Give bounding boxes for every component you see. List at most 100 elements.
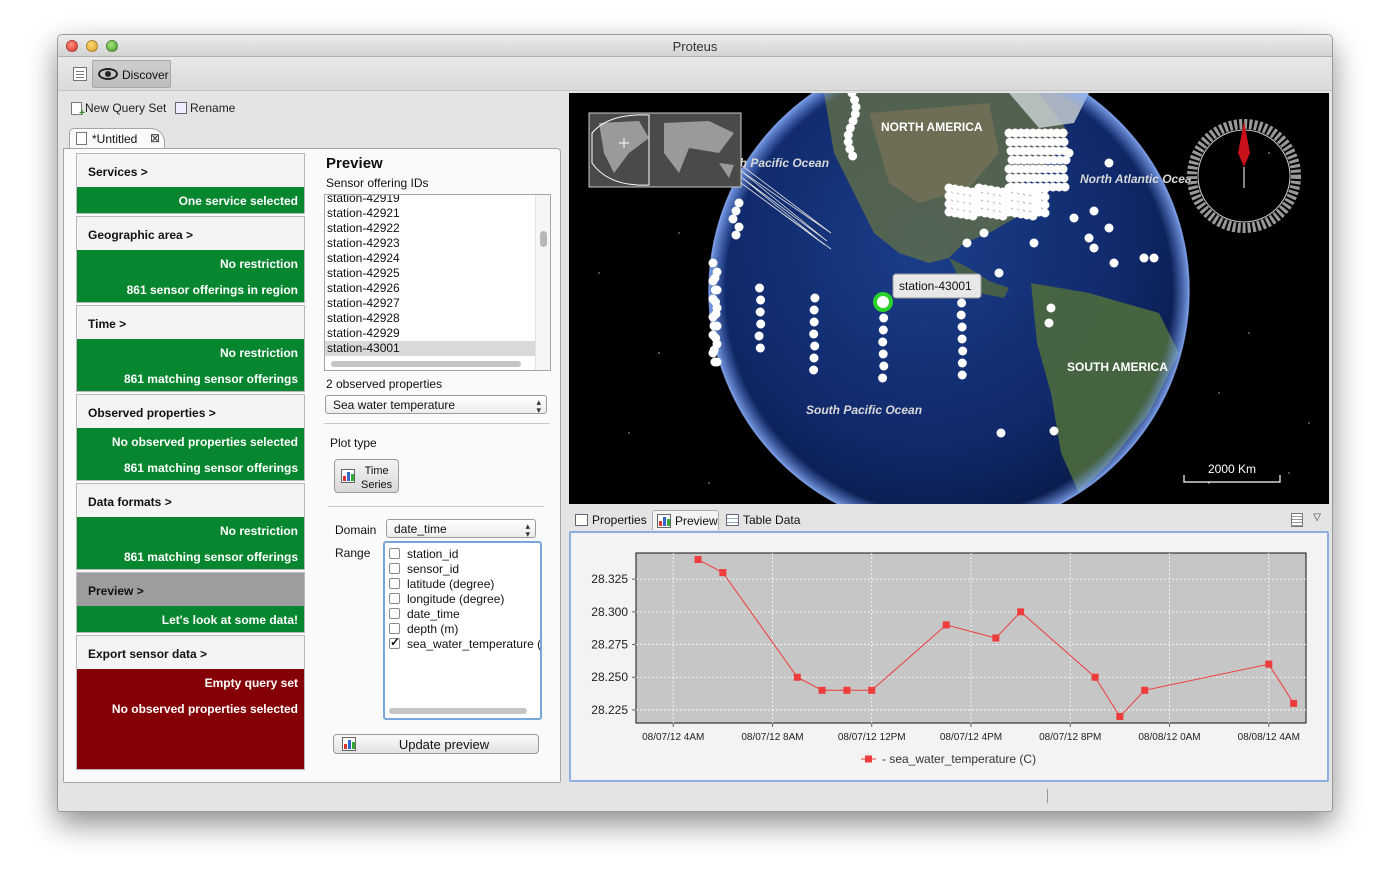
discover-perspective-button[interactable]: Discover	[92, 60, 171, 88]
step-observed-properties[interactable]: Observed properties > No observed propert…	[76, 394, 305, 481]
update-preview-button[interactable]: Update preview	[333, 734, 539, 754]
sensor-marker[interactable]	[958, 335, 967, 344]
sensor-marker[interactable]	[879, 314, 888, 323]
globe-map-canvas[interactable]: station-43001 NORTH AMERICA SOUTH AMERIC…	[569, 93, 1329, 504]
sensor-marker[interactable]	[878, 374, 887, 383]
sensor-marker[interactable]	[756, 296, 765, 305]
sensor-marker[interactable]	[1070, 214, 1079, 223]
range-checkbox[interactable]	[389, 608, 400, 619]
sensor-marker[interactable]	[713, 286, 722, 295]
step-title[interactable]: Preview >	[77, 573, 304, 606]
list-scroll-thumb[interactable]	[540, 231, 547, 247]
observed-property-select[interactable]: Sea water temperature ▴ ▾	[325, 395, 547, 414]
sensor-marker[interactable]	[810, 342, 819, 351]
sensor-marker[interactable]	[1045, 319, 1054, 328]
sensor-marker[interactable]	[878, 338, 887, 347]
sensor-marker[interactable]	[879, 350, 888, 359]
step-title[interactable]: Services >	[77, 154, 304, 187]
sensor-marker[interactable]	[958, 371, 967, 380]
tab-properties[interactable]: Properties	[570, 510, 652, 530]
sensor-marker[interactable]	[1030, 239, 1039, 248]
offering-list-item[interactable]: station-42919	[325, 194, 535, 206]
step-export-sensor-data[interactable]: Export sensor data > Empty query set No ob…	[76, 635, 305, 770]
tab-untitled[interactable]: *Untitled ⊠	[69, 128, 165, 149]
sensor-marker[interactable]	[810, 294, 819, 303]
sensor-marker[interactable]	[848, 152, 857, 161]
view-menu-chevron-icon[interactable]: ▽	[1313, 512, 1321, 523]
sensor-marker[interactable]	[755, 332, 764, 341]
sensor-marker[interactable]	[809, 366, 818, 375]
sensor-marker[interactable]	[958, 359, 967, 368]
offering-list-item[interactable]: station-42928	[325, 311, 535, 326]
range-option[interactable]: latitude (degree)	[389, 576, 494, 591]
range-checkbox[interactable]	[389, 638, 400, 649]
sensor-marker[interactable]	[709, 313, 718, 322]
range-option[interactable]: sea_water_temperature (C	[389, 636, 542, 651]
sensor-marker[interactable]	[729, 215, 738, 224]
view-options-icon[interactable]	[1291, 513, 1303, 527]
step-services[interactable]: Services > One service selected	[76, 153, 305, 214]
step-title[interactable]: Geographic area >	[77, 217, 304, 250]
range-option[interactable]: station_id	[389, 546, 458, 561]
tab-table-data[interactable]: Table Data	[721, 510, 811, 530]
sensor-marker[interactable]	[756, 320, 765, 329]
sensor-marker[interactable]	[1065, 149, 1074, 158]
sensor-marker[interactable]	[810, 306, 819, 315]
sensor-marker[interactable]	[1090, 244, 1099, 253]
step-title[interactable]: Observed properties >	[77, 395, 304, 428]
offering-list-item[interactable]: station-42921	[325, 206, 535, 221]
sensor-marker[interactable]	[755, 284, 764, 293]
sensor-marker[interactable]	[709, 277, 718, 286]
offering-list-item[interactable]: station-42926	[325, 281, 535, 296]
sensor-marker[interactable]	[1061, 183, 1070, 192]
selected-station-marker[interactable]	[875, 294, 891, 310]
sensor-marker[interactable]	[1050, 427, 1059, 436]
sensor-marker[interactable]	[1090, 207, 1099, 216]
sensor-marker[interactable]	[709, 331, 718, 340]
sensor-marker[interactable]	[980, 229, 989, 238]
sensor-marker[interactable]	[1150, 254, 1159, 263]
sensor-marker[interactable]	[1059, 129, 1068, 138]
sensor-marker[interactable]	[1060, 138, 1069, 147]
sensor-marker[interactable]	[709, 295, 718, 304]
sensor-marker[interactable]	[1110, 259, 1119, 268]
range-checkbox[interactable]	[389, 563, 400, 574]
sensor-marker[interactable]	[1059, 165, 1068, 174]
sensor-marker[interactable]	[756, 308, 765, 317]
sensor-marker[interactable]	[735, 199, 744, 208]
range-checkbox[interactable]	[389, 593, 400, 604]
offering-list-item[interactable]: station-42924	[325, 251, 535, 266]
sensor-marker[interactable]	[879, 326, 888, 335]
sensor-marker[interactable]	[958, 347, 967, 356]
range-checkbox[interactable]	[389, 578, 400, 589]
step-title[interactable]: Data formats >	[77, 484, 304, 517]
sensor-marker[interactable]	[1105, 224, 1114, 233]
time-series-button[interactable]: Time Series	[334, 459, 399, 493]
sensor-marker[interactable]	[879, 362, 888, 371]
tab-preview[interactable]: Preview	[652, 510, 719, 530]
sensor-marker[interactable]	[713, 322, 722, 331]
sensor-marker[interactable]	[713, 304, 722, 313]
sensor-marker[interactable]	[957, 299, 966, 308]
sensor-marker[interactable]	[756, 344, 765, 353]
sensor-marker[interactable]	[963, 239, 972, 248]
range-checklist[interactable]: station_id sensor_id latitude (degree) long…	[383, 541, 542, 720]
offering-list-item[interactable]: station-43001	[325, 341, 535, 356]
compass-icon[interactable]	[1192, 121, 1296, 228]
sensor-marker[interactable]	[810, 354, 819, 363]
globe-map[interactable]: station-43001 NORTH AMERICA SOUTH AMERIC…	[569, 93, 1329, 504]
sensor-offering-list[interactable]: station-42919 station-42921 station-42922 s…	[324, 194, 551, 371]
step-time[interactable]: Time > No restriction 861 matching sensor …	[76, 305, 305, 392]
sensor-marker[interactable]	[709, 349, 718, 358]
range-option[interactable]: sensor_id	[389, 561, 459, 576]
step-title[interactable]: Export sensor data >	[77, 636, 304, 669]
step-title[interactable]: Time >	[77, 306, 304, 339]
sensor-marker[interactable]	[1047, 304, 1056, 313]
sensor-marker[interactable]	[1140, 254, 1149, 263]
range-checkbox[interactable]	[389, 548, 400, 559]
sensor-marker[interactable]	[713, 268, 722, 277]
sensor-marker[interactable]	[1105, 159, 1114, 168]
sensor-marker[interactable]	[997, 429, 1006, 438]
sensor-marker[interactable]	[709, 259, 718, 268]
sensor-marker[interactable]	[732, 207, 741, 216]
